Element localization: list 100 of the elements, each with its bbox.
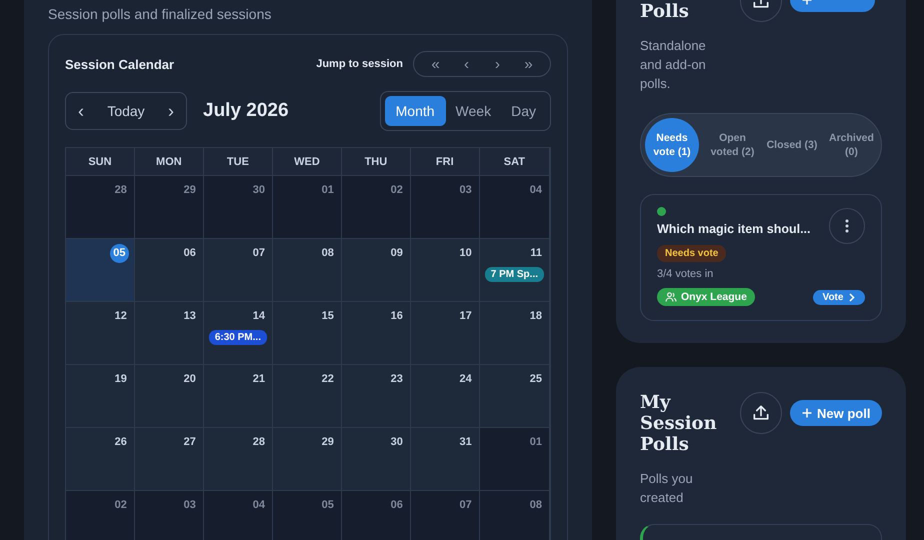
day-number: 26 (114, 435, 128, 450)
card-title: My Session Polls (640, 392, 718, 455)
day-cell[interactable]: 29 (134, 176, 204, 239)
weekday-header: MON (134, 148, 204, 176)
day-number: 15 (320, 309, 335, 324)
day-number: 22 (320, 372, 335, 387)
day-number: 02 (114, 498, 128, 513)
day-number: 03 (182, 498, 197, 513)
day-cell[interactable]: 05 (66, 239, 135, 302)
day-cell[interactable]: 27 (134, 428, 204, 491)
status-badge: Needs vote (657, 245, 726, 262)
day-cell[interactable]: 03 (134, 491, 204, 540)
day-cell[interactable]: 04 (480, 176, 550, 239)
more-icon (845, 219, 850, 233)
today-button[interactable]: Today (101, 101, 151, 121)
chevron-icon (849, 292, 856, 302)
day-cell[interactable]: 17 (410, 302, 480, 365)
day-cell[interactable]: 19 (66, 365, 135, 428)
weekday-header: TUE (204, 148, 273, 176)
day-number: 25 (528, 372, 543, 387)
weekday-header: THU (342, 148, 411, 176)
day-cell[interactable]: 26 (66, 428, 135, 491)
day-cell[interactable]: 12 (66, 302, 135, 365)
jump-button[interactable]: « (420, 52, 451, 76)
day-cell[interactable]: 01 (480, 428, 550, 491)
day-cell[interactable]: 08 (480, 491, 550, 540)
day-number: 14 (252, 309, 266, 324)
jump-button[interactable]: › (482, 52, 513, 76)
day-cell[interactable]: 30 (204, 176, 273, 239)
panel-subtitle: Session polls and finalized sessions (48, 6, 272, 22)
day-cell[interactable]: 16 (342, 302, 411, 365)
day-cell[interactable]: 09 (342, 239, 411, 302)
day-cell[interactable]: 31 (410, 428, 480, 491)
day-cell[interactable]: 04 (204, 491, 273, 540)
day-number: 02 (390, 183, 404, 198)
day-cell[interactable]: 06 (342, 491, 411, 540)
day-cell[interactable]: 30 (342, 428, 411, 491)
day-cell[interactable]: 05 (272, 491, 342, 540)
vote-button[interactable]: Vote (812, 290, 866, 304)
day-cell[interactable]: 20 (134, 365, 204, 428)
view-tab[interactable]: Month (384, 96, 446, 126)
weekday-header: FRI (410, 148, 480, 176)
poll-card[interactable]: Which magic item shoul... Needs vote 3/4 votes in Onyx League Vote (640, 194, 882, 321)
event-chip[interactable]: 7 PM Sp... (484, 267, 544, 282)
card-subtitle: Standalone and add-on polls. (640, 37, 707, 93)
day-cell[interactable]: 15 (272, 302, 342, 365)
day-cell[interactable]: 28 (66, 176, 135, 239)
filter-tab[interactable]: Open voted (2) (706, 131, 758, 159)
day-number: 28 (252, 435, 266, 450)
day-number: 28 (114, 183, 128, 198)
day-cell[interactable]: 13 (134, 302, 204, 365)
filter-tab[interactable]: Closed (3) (766, 138, 818, 152)
filter-tab[interactable]: Archived (0) (825, 131, 878, 159)
day-cell[interactable]: 03 (410, 176, 480, 239)
day-cell[interactable]: 14 6:30 PM... (204, 302, 273, 365)
day-cell[interactable]: 24 (410, 365, 480, 428)
weekday-header: SAT (480, 148, 550, 176)
people-icon (665, 291, 677, 303)
day-number: 07 (458, 498, 473, 513)
day-cell[interactable]: 08 (272, 239, 342, 302)
upload-button[interactable] (740, 392, 782, 434)
day-cell[interactable]: 21 (204, 365, 273, 428)
day-cell[interactable]: 22 (272, 365, 342, 428)
day-cell[interactable]: 18 (480, 302, 550, 365)
day-cell[interactable]: 02 (342, 176, 411, 239)
jump-button[interactable]: » (513, 52, 544, 76)
day-number: 13 (182, 309, 197, 324)
day-cell[interactable]: 23 (342, 365, 411, 428)
event-chip[interactable]: 6:30 PM... (208, 330, 267, 345)
day-cell[interactable]: 07 (410, 491, 480, 540)
month-label: July 2026 (203, 100, 290, 122)
day-cell[interactable]: 28 (204, 428, 273, 491)
day-number: 10 (458, 246, 473, 261)
day-cell[interactable]: 02 (66, 491, 135, 540)
day-number: 16 (390, 309, 404, 324)
day-number: 31 (458, 435, 473, 450)
day-cell[interactable]: 25 (480, 365, 550, 428)
new-poll-button[interactable]: New poll (790, 400, 882, 426)
day-cell[interactable]: 11 7 PM Sp... (480, 239, 550, 302)
day-number: 06 (182, 246, 197, 261)
day-number: 29 (182, 183, 197, 198)
view-tab[interactable]: Week (446, 96, 502, 126)
day-cell[interactable]: 07 (204, 239, 273, 302)
previous-button[interactable]: ‹ (72, 98, 90, 124)
day-cell[interactable]: 01 (272, 176, 342, 239)
jump-button[interactable]: ‹ (451, 52, 482, 76)
day-cell[interactable]: 29 (272, 428, 342, 491)
day-number: 21 (252, 372, 266, 387)
view-tab[interactable]: Day (501, 96, 546, 126)
day-number: 01 (528, 435, 543, 450)
day-number: 18 (528, 309, 543, 324)
day-cell[interactable]: 10 (410, 239, 480, 302)
next-button[interactable]: › (162, 98, 180, 124)
day-cell[interactable]: 06 (134, 239, 204, 302)
group-tag: Onyx League (657, 288, 755, 306)
filter-tab[interactable]: Needs vote (1) (645, 118, 699, 172)
day-number: 30 (390, 435, 404, 450)
day-number: 04 (252, 498, 266, 513)
poll-title: Which magic item shoul... (657, 222, 812, 236)
weekday-header: SUN (66, 148, 135, 176)
